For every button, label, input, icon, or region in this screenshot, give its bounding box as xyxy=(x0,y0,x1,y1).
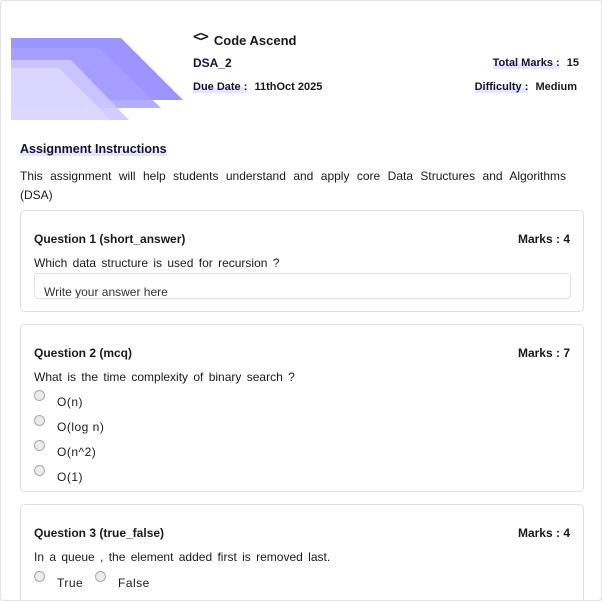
radio-button[interactable] xyxy=(34,390,45,401)
difficulty-value: Medium xyxy=(535,81,577,93)
question-card-3: Question 3 (true_false) Marks : 4 In a q… xyxy=(20,504,584,600)
radio-button[interactable] xyxy=(34,465,45,476)
radio-button[interactable] xyxy=(34,440,45,451)
radio-button[interactable] xyxy=(95,571,106,582)
question-heading: Question 1 (short_answer) xyxy=(34,232,186,246)
answer-field-wrapper xyxy=(34,273,571,299)
question-text: In a queue , the element added first is … xyxy=(34,550,331,564)
question-card-2: Question 2 (mcq) Marks : 7 What is the t… xyxy=(20,324,584,492)
option-row[interactable]: True xyxy=(34,571,84,590)
total-marks: Total Marks : 15 xyxy=(492,57,579,69)
instructions-title: Assignment Instructions xyxy=(20,142,167,156)
answer-input[interactable] xyxy=(35,285,570,298)
question-text: Which data structure is used for recursi… xyxy=(34,256,280,270)
due-date-label: Due Date : xyxy=(193,81,248,93)
brand: <> Code Ascend xyxy=(193,29,297,48)
radio-button[interactable] xyxy=(34,571,45,582)
option-label: O(n) xyxy=(57,395,83,409)
brand-name: Code Ascend xyxy=(213,32,297,48)
option-label: O(n^2) xyxy=(57,445,97,459)
header-banner-graphic xyxy=(11,38,183,120)
question-marks: Marks : 4 xyxy=(517,232,570,246)
option-row[interactable]: False xyxy=(95,571,150,590)
option-row[interactable]: O(1) xyxy=(34,465,83,484)
question-card-1: Question 1 (short_answer) Marks : 4 Whic… xyxy=(20,210,584,312)
instructions-text: This assignment will help students under… xyxy=(20,169,566,202)
total-marks-value: 15 xyxy=(566,57,579,69)
option-row[interactable]: O(n^2) xyxy=(34,440,97,459)
due-date-value: 11thOct 2025 xyxy=(254,81,323,93)
option-label: O(1) xyxy=(57,470,83,484)
assignment-name: DSA_2 xyxy=(193,56,232,70)
due-date: Due Date : 11thOct 2025 xyxy=(193,81,322,93)
assignment-page: <> Code Ascend DSA_2 Due Date : 11thOct … xyxy=(0,0,602,601)
question-text: What is the time complexity of binary se… xyxy=(34,370,295,384)
radio-button[interactable] xyxy=(34,415,45,426)
question-marks: Marks : 7 xyxy=(517,346,570,360)
difficulty-label: Difficulty : xyxy=(474,81,529,93)
option-label: O(log n) xyxy=(57,420,105,434)
option-row[interactable]: O(log n) xyxy=(34,415,105,434)
question-marks: Marks : 4 xyxy=(517,526,570,540)
option-label: False xyxy=(118,576,150,590)
option-label: True xyxy=(57,576,84,590)
code-brackets-icon: <> xyxy=(193,29,209,45)
question-heading: Question 3 (true_false) xyxy=(34,526,165,540)
difficulty: Difficulty : Medium xyxy=(474,81,577,93)
total-marks-label: Total Marks : xyxy=(492,57,560,69)
option-row[interactable]: O(n) xyxy=(34,390,83,409)
question-heading: Question 2 (mcq) xyxy=(34,346,133,360)
